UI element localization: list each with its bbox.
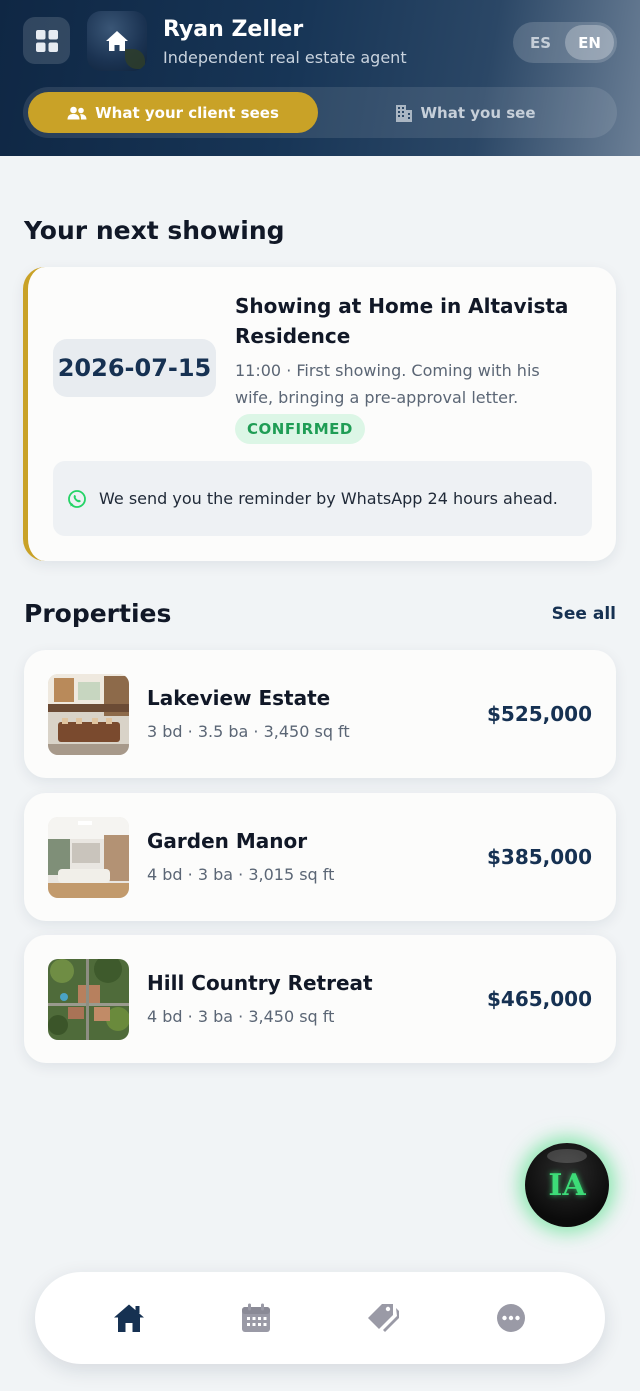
ai-assistant-label: IA bbox=[548, 1167, 586, 1203]
next-showing-card[interactable]: 2026-07-15 Showing at Home in Altavista … bbox=[23, 267, 616, 561]
status-badge: CONFIRMED bbox=[235, 414, 365, 444]
property-card[interactable]: Hill Country Retreat 4 bd · 3 ba · 3,450… bbox=[24, 935, 616, 1063]
property-details: 4 bd · 3 ba · 3,450 sq ft bbox=[147, 1007, 335, 1026]
property-photo bbox=[48, 674, 129, 755]
view-toggle: What your client sees What you see bbox=[23, 87, 617, 138]
agent-logo bbox=[87, 11, 147, 71]
reminder-text: We send you the reminder by WhatsApp 24 … bbox=[99, 488, 558, 508]
next-showing-heading: Your next showing bbox=[24, 216, 285, 245]
property-name: Garden Manor bbox=[147, 829, 308, 853]
grid-icon bbox=[35, 29, 58, 52]
properties-heading: Properties bbox=[24, 599, 172, 628]
tab-client-view-label: What your client sees bbox=[95, 103, 279, 122]
leaf-decoration bbox=[125, 49, 145, 69]
showing-title: Showing at Home in Altavista Residence bbox=[235, 294, 569, 348]
calendar-icon bbox=[242, 1303, 271, 1332]
whatsapp-reminder: We send you the reminder by WhatsApp 24 … bbox=[53, 461, 592, 536]
whatsapp-icon bbox=[68, 489, 86, 508]
language-es-option[interactable]: ES bbox=[516, 25, 565, 60]
property-price: $465,000 bbox=[486, 987, 592, 1011]
tag-icon bbox=[367, 1304, 399, 1332]
building-icon bbox=[395, 104, 412, 122]
tab-client-view[interactable]: What your client sees bbox=[28, 92, 318, 133]
property-photo bbox=[48, 817, 129, 898]
tab-agent-view[interactable]: What you see bbox=[318, 92, 612, 133]
showing-description: 11:00 · First showing. Coming with his w… bbox=[235, 361, 540, 407]
property-name: Hill Country Retreat bbox=[147, 971, 373, 995]
agent-name: Ryan Zeller bbox=[163, 17, 304, 42]
property-name: Lakeview Estate bbox=[147, 686, 331, 710]
language-switch: ES EN bbox=[513, 22, 617, 63]
app-header: Ryan Zeller Independent real estate agen… bbox=[0, 0, 640, 156]
see-all-link[interactable]: See all bbox=[552, 604, 616, 624]
nav-more[interactable] bbox=[481, 1288, 541, 1348]
menu-grid-button[interactable] bbox=[23, 17, 70, 64]
property-photo bbox=[48, 959, 129, 1040]
bottom-navigation bbox=[35, 1272, 605, 1364]
property-price: $385,000 bbox=[486, 845, 592, 869]
tab-agent-view-label: What you see bbox=[420, 103, 536, 122]
nav-home[interactable] bbox=[99, 1288, 159, 1348]
property-card[interactable]: Garden Manor 4 bd · 3 ba · 3,015 sq ft $… bbox=[24, 793, 616, 921]
agent-subtitle: Independent real estate agent bbox=[163, 48, 407, 67]
nav-calendar[interactable] bbox=[226, 1288, 286, 1348]
property-card[interactable]: Lakeview Estate 3 bd · 3.5 ba · 3,450 sq… bbox=[24, 650, 616, 778]
home-icon bbox=[113, 1304, 144, 1332]
ai-assistant-button[interactable]: IA bbox=[525, 1143, 609, 1227]
ai-button-highlight bbox=[547, 1149, 587, 1163]
showing-date: 2026-07-15 bbox=[53, 339, 216, 397]
nav-tags[interactable] bbox=[354, 1288, 414, 1348]
property-details: 3 bd · 3.5 ba · 3,450 sq ft bbox=[147, 722, 350, 741]
property-price: $525,000 bbox=[486, 702, 592, 726]
language-en-option[interactable]: EN bbox=[565, 25, 614, 60]
more-icon bbox=[497, 1304, 526, 1332]
property-details: 4 bd · 3 ba · 3,015 sq ft bbox=[147, 865, 335, 884]
users-icon bbox=[67, 106, 87, 119]
